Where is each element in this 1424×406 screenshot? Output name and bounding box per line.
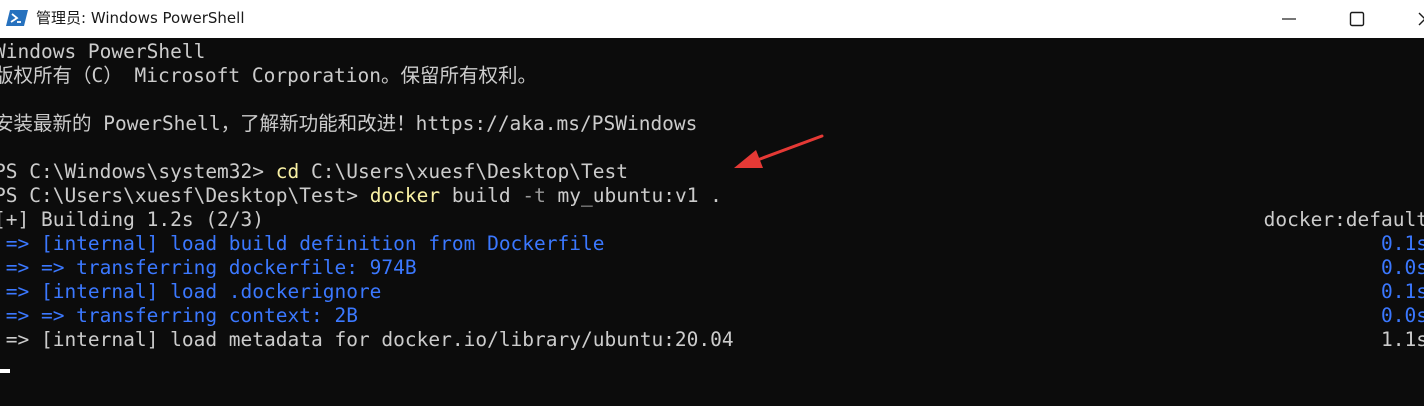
build-step: => [internal] load metadata for docker.i…	[0, 328, 734, 351]
command-name: cd	[275, 160, 300, 183]
install-hint-line: 安装最新的 PowerShell，了解新功能和改进！https://aka.ms…	[0, 112, 698, 135]
build-step: => [internal] load build definition from…	[0, 232, 605, 255]
title-bar[interactable]: 管理员: Windows PowerShell	[0, 0, 1424, 38]
command-line-cd: PS C:\Windows\system32> cd C:\Users\xues…	[0, 160, 628, 184]
build-step-time: 1.1s	[1381, 328, 1424, 351]
maximize-button[interactable]	[1324, 0, 1390, 38]
command-line-docker: PS C:\Users\xuesf\Desktop\Test> docker b…	[0, 184, 722, 208]
powershell-window: 管理员: Windows PowerShell Windows PowerShe…	[0, 0, 1424, 406]
powershell-icon	[6, 10, 28, 26]
command-rest: my_ubuntu:v1 .	[545, 184, 722, 207]
window-title: 管理员: Windows PowerShell	[36, 9, 245, 27]
build-step: => => transferring dockerfile: 974B	[0, 256, 417, 279]
command-args: build	[440, 184, 523, 207]
prompt: PS C:\Windows\system32>	[0, 160, 276, 183]
build-step: => [internal] load .dockerignore	[0, 280, 382, 303]
header-line: Windows PowerShell	[0, 40, 206, 63]
minimize-button[interactable]	[1256, 0, 1322, 38]
build-step-time: 0.0s	[1381, 304, 1424, 327]
text-cursor	[0, 369, 10, 373]
red-arrow-annotation	[734, 134, 824, 168]
build-status: [+] Building 1.2s (2/3)	[0, 208, 265, 231]
command-name: docker	[369, 184, 441, 207]
build-context: docker:default	[1263, 208, 1424, 231]
minimize-icon	[1282, 18, 1296, 20]
build-step: => => transferring context: 2B	[0, 304, 358, 327]
build-step-time: 0.1s	[1381, 280, 1424, 303]
prompt: PS C:\Users\xuesf\Desktop\Test>	[0, 184, 370, 207]
build-step-time: 0.0s	[1381, 256, 1424, 279]
build-step-time: 0.1s	[1381, 232, 1424, 255]
console-output[interactable]: Windows PowerShell 版权所有（C） Microsoft Cor…	[0, 40, 1424, 406]
copyright-line: 版权所有（C） Microsoft Corporation。保留所有权利。	[0, 64, 538, 87]
close-icon	[1418, 12, 1424, 26]
close-button[interactable]	[1392, 0, 1424, 38]
maximize-icon	[1349, 11, 1365, 27]
command-args: C:\Users\xuesf\Desktop\Test	[299, 160, 628, 183]
command-flag: -t	[522, 184, 546, 207]
